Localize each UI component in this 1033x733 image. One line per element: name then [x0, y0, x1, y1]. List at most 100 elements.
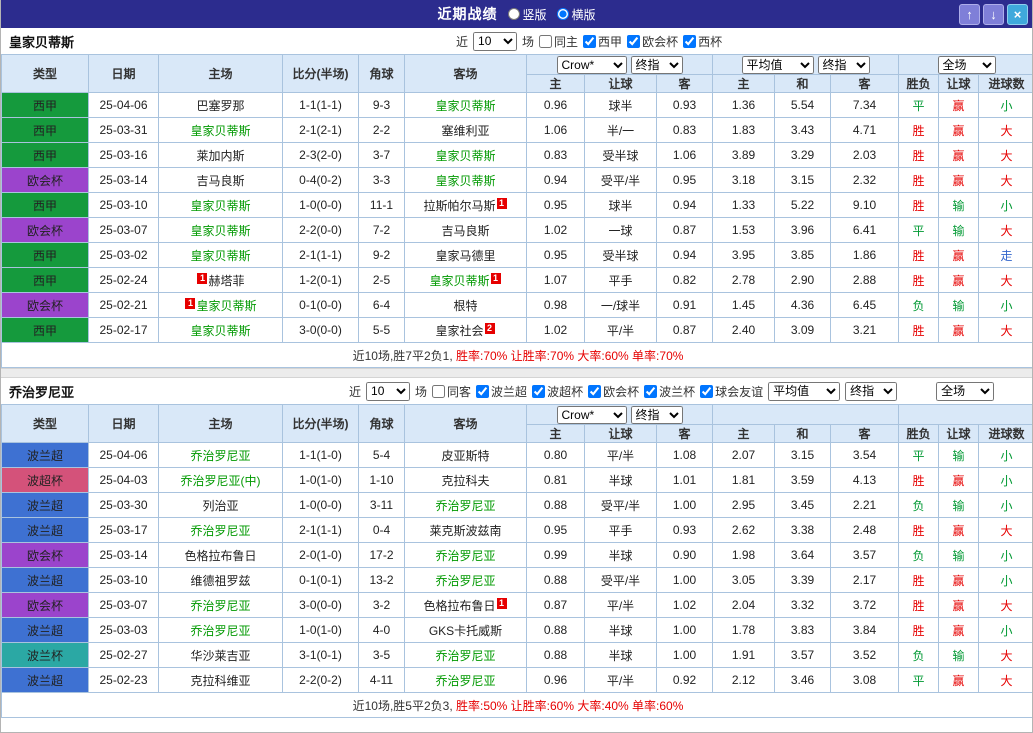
handicap-result-cell: 赢: [938, 92, 980, 118]
odds-source-select[interactable]: Crow*: [556, 55, 627, 74]
column-header: 让球: [584, 424, 657, 443]
home-team-name: 乔治罗尼亚: [190, 623, 251, 638]
goals-result-cell: 大: [978, 267, 1032, 293]
layout-vertical-radio[interactable]: 竖版: [507, 6, 547, 23]
same-venue-filter-checkbox[interactable]: [432, 384, 446, 398]
euro-draw-odds-cell: 3.59: [774, 467, 832, 493]
same-venue-filter[interactable]: 同主: [539, 33, 578, 50]
handicap-result-cell: 赢: [938, 142, 980, 168]
corners-cell: 4-11: [358, 667, 405, 693]
handicap-result-cell: 赢: [938, 517, 980, 543]
home-team-cell: 皇家贝蒂斯: [158, 217, 283, 243]
date-cell: 25-03-16: [88, 142, 159, 168]
column-header: 比分(半场): [282, 54, 359, 93]
league-filter-3[interactable]: 波兰杯: [644, 383, 695, 400]
same-venue-filter-checkbox[interactable]: [539, 34, 553, 48]
score-cell: 1-1(1-1): [282, 92, 359, 118]
league-cell: 欧会杯: [1, 167, 89, 193]
away-team-cell: 拉斯帕尔马斯 1: [404, 192, 527, 218]
match-row: 西甲 25-03-10 皇家贝蒂斯 1-0(0-0) 11-1 拉斯帕尔马斯 1 0.95 球半…: [1, 192, 1032, 218]
score-cell: 0-1(0-1): [282, 567, 359, 593]
league-filter-3-checkbox[interactable]: [644, 384, 658, 398]
euro-draw-odds-cell: 3.96: [774, 217, 832, 243]
home-team-cell: 皇家贝蒂斯: [158, 192, 283, 218]
average-select[interactable]: 平均值: [768, 381, 841, 401]
away-team-name: 皇家贝蒂斯: [435, 173, 496, 188]
match-row: 西甲 25-02-24 1 赫塔菲 1-2(0-1) 2-5 皇家贝蒂斯 1 1.07 平手 0.8…: [1, 267, 1032, 293]
asia-away-odds-cell: 1.00: [655, 492, 714, 518]
same-venue-filter[interactable]: 同客: [432, 383, 471, 400]
league-filter-0-checkbox[interactable]: [583, 34, 597, 48]
corners-cell: 3-11: [358, 492, 405, 518]
league-filter-2[interactable]: 欧会杯: [588, 383, 639, 400]
home-team-cell: 莱加内斯: [158, 142, 283, 168]
average-select[interactable]: 平均值: [741, 55, 814, 74]
layout-horizontal-radio-input[interactable]: [556, 8, 569, 20]
match-row: 波兰超 25-03-03 乔治罗尼亚 1-0(1-0) 4-0 GKS卡托威斯 0.88 半球…: [1, 617, 1032, 643]
scope-header: 全场: [898, 54, 1032, 75]
asia-handicap-cell: 平/半: [584, 592, 657, 618]
league-filter-2-checkbox[interactable]: [683, 34, 697, 48]
match-row: 西甲 25-03-31 皇家贝蒂斯 2-1(2-1) 2-2 塞维利亚 1.06 半/一 0.8…: [1, 117, 1032, 143]
average-kind-select[interactable]: 终指: [817, 55, 870, 74]
euro-home-odds-cell: 3.05: [712, 567, 776, 593]
league-filter-1[interactable]: 波超杯: [532, 383, 583, 400]
move-down-icon[interactable]: ↓: [983, 3, 1004, 25]
date-cell: 25-02-24: [88, 267, 159, 293]
league-cell: 波兰超: [1, 667, 89, 693]
goals-result-cell: 小: [978, 192, 1032, 218]
league-filter-2-label: 西杯: [698, 34, 723, 49]
league-filter-2-checkbox[interactable]: [588, 384, 602, 398]
league-cell: 西甲: [1, 267, 89, 293]
asia-home-odds-cell: 0.98: [526, 292, 585, 318]
column-header: 类型: [1, 54, 89, 93]
euro-home-odds-cell: 2.07: [712, 442, 776, 468]
league-cell: 西甲: [1, 92, 89, 118]
column-header: 角球: [358, 404, 405, 443]
column-header: 客: [655, 424, 714, 443]
euro-home-odds-cell: 3.18: [712, 167, 776, 193]
away-team-name: 乔治罗尼亚: [435, 548, 496, 563]
league-filter-0[interactable]: 西甲: [583, 33, 622, 50]
match-result-cell: 胜: [898, 517, 940, 543]
league-filter-0[interactable]: 波兰超: [476, 383, 527, 400]
odds-kind-select[interactable]: 终指: [630, 55, 683, 74]
league-filter-1[interactable]: 欧会杯: [627, 33, 678, 50]
match-row: 欧会杯 25-03-14 色格拉布鲁日 2-0(1-0) 17-2 乔治罗尼亚 0.99 半球…: [1, 542, 1032, 568]
league-filter-4-checkbox[interactable]: [700, 384, 714, 398]
league-cell: 西甲: [1, 192, 89, 218]
league-filter-4[interactable]: 球会友谊: [700, 383, 763, 400]
close-icon[interactable]: ×: [1007, 3, 1028, 25]
team-section-bar: 乔治罗尼亚 近 10 场 同客 波兰超 波超杯 欧会杯 波兰杯 球会友谊 平均值 终指 全场: [1, 378, 1032, 404]
match-row: 西甲 25-03-16 莱加内斯 2-3(2-0) 3-7 皇家贝蒂斯 0.83 受半球 1.0…: [1, 142, 1032, 168]
goals-result-cell: 大: [978, 117, 1032, 143]
move-up-icon[interactable]: ↑: [959, 3, 980, 25]
odds-kind-select[interactable]: 终指: [630, 405, 683, 424]
league-filter-1-checkbox[interactable]: [532, 384, 546, 398]
average-kind-select[interactable]: 终指: [845, 381, 898, 401]
league-filter-0-checkbox[interactable]: [476, 384, 490, 398]
goals-result-cell: 大: [978, 592, 1032, 618]
match-row: 欧会杯 25-03-07 乔治罗尼亚 3-0(0-0) 3-2 色格拉布鲁日 1 0.87 平/…: [1, 592, 1032, 618]
handicap-result-cell: 输: [938, 492, 980, 518]
date-cell: 25-03-07: [88, 592, 159, 618]
asia-handicap-cell: 受半球: [584, 242, 657, 268]
score-cell: 2-3(2-0): [282, 142, 359, 168]
asia-away-odds-cell: 0.87: [655, 217, 714, 243]
layout-horizontal-radio[interactable]: 横版: [556, 6, 596, 23]
league-filter-1-checkbox[interactable]: [627, 34, 641, 48]
score-cell: 2-2(0-0): [282, 217, 359, 243]
recent-count-select[interactable]: 10: [366, 381, 411, 401]
team-section: 皇家贝蒂斯近 10 场同主 西甲 欧会杯 西杯 类型 日期 主场 比分(半场) 角球 客场 Crow* 终…: [1, 28, 1032, 368]
scope-select[interactable]: 全场: [937, 55, 996, 74]
league-filter-1-label: 波超杯: [547, 384, 584, 399]
match-result-cell: 胜: [898, 317, 940, 343]
corners-cell: 6-4: [358, 292, 405, 318]
recent-count-select[interactable]: 10: [473, 31, 518, 51]
date-cell: 25-03-07: [88, 217, 159, 243]
home-team-cell: 乔治罗尼亚(中): [158, 467, 283, 493]
league-filter-2[interactable]: 西杯: [683, 33, 722, 50]
layout-vertical-radio-input[interactable]: [507, 8, 520, 20]
scope-select[interactable]: 全场: [936, 381, 995, 401]
odds-source-select[interactable]: Crow*: [556, 405, 627, 424]
